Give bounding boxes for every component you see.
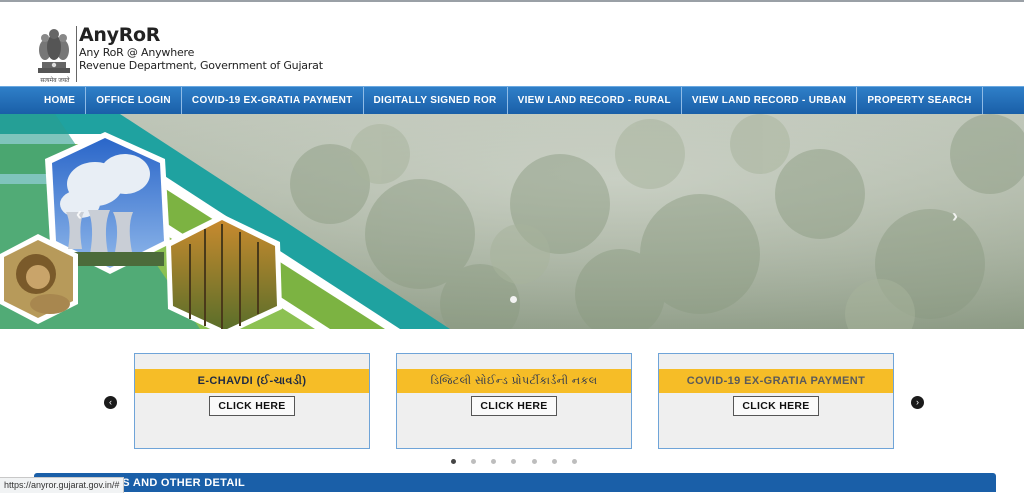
covid-click-here-button[interactable]: CLICK HERE (733, 396, 819, 416)
nav-home[interactable]: HOME (34, 87, 87, 114)
service-card-title: ડિજિટલી સોઈન્ડ પ્રોપર્ટીકાર્ડની નકલ (397, 369, 631, 393)
nav-office-login[interactable]: OFFICE LOGIN (86, 87, 182, 114)
state-emblem-icon (38, 29, 70, 73)
service-card-covid-ex-gratia: COVID-19 EX-GRATIA PAYMENT CLICK HERE (658, 353, 894, 449)
chevron-left-icon: ‹ (109, 397, 112, 407)
nav-covid-ex-gratia[interactable]: COVID-19 EX-GRATIA PAYMENT (182, 87, 364, 114)
carousel-page-dot[interactable] (552, 459, 557, 464)
carousel-next-button[interactable]: › (911, 396, 924, 409)
echavdi-click-here-button[interactable]: CLICK HERE (209, 396, 295, 416)
service-card-digital-property-card: ડિજિટલી સોઈન્ડ પ્રોપર્ટીકાર્ડની નકલ CLIC… (396, 353, 632, 449)
services-carousel: ‹ E-CHAVDI (ઈ-ચાવડી) CLICK HERE ડિજિટલી … (0, 329, 1024, 492)
brand-block: AnyRoR Any RoR @ Anywhere Revenue Depart… (79, 24, 323, 72)
property-card-click-here-button[interactable]: CLICK HERE (471, 396, 557, 416)
carousel-page-dot[interactable] (511, 459, 516, 464)
carousel-page-dot[interactable] (471, 459, 476, 464)
hero-next-arrow[interactable]: › (952, 206, 958, 227)
service-card-title: E-CHAVDI (ઈ-ચાવડી) (135, 369, 369, 393)
chevron-right-icon: › (916, 397, 919, 407)
carousel-prev-button[interactable]: ‹ (104, 396, 117, 409)
service-card-title: COVID-19 EX-GRATIA PAYMENT (659, 369, 893, 393)
nav-view-land-record-urban[interactable]: VIEW LAND RECORD - URBAN (682, 87, 858, 114)
hero-indicator-dot[interactable] (510, 296, 517, 303)
hero-prev-arrow[interactable]: ‹ (76, 204, 82, 225)
main-nav: HOME OFFICE LOGIN COVID-19 EX-GRATIA PAY… (0, 86, 1024, 114)
carousel-page-dot[interactable] (572, 459, 577, 464)
section-title: RS AND OTHER DETAIL (114, 477, 245, 489)
nav-view-land-record-rural[interactable]: VIEW LAND RECORD - RURAL (508, 87, 682, 114)
carousel-page-dot[interactable] (451, 459, 456, 464)
site-title: AnyRoR (79, 24, 161, 46)
emblem-motto: सत्यमेव जयते (40, 78, 70, 84)
site-tagline: Any RoR @ Anywhere (79, 46, 195, 59)
carousel-page-dot[interactable] (491, 459, 496, 464)
carousel-page-dot[interactable] (532, 459, 537, 464)
site-header: सत्यमेव जयते AnyRoR Any RoR @ Anywhere R… (0, 2, 1024, 86)
nav-property-search[interactable]: PROPERTY SEARCH (857, 87, 983, 114)
brand-divider (76, 26, 77, 82)
browser-status-url: https://anyror.gujarat.gov.in/# (0, 477, 125, 493)
chevron-left-icon: ‹ (76, 204, 82, 224)
nav-digitally-signed-ror[interactable]: DIGITALLY SIGNED ROR (364, 87, 508, 114)
site-department: Revenue Department, Government of Gujara… (79, 59, 323, 72)
section-header-bar: RS AND OTHER DETAIL (34, 473, 996, 492)
service-card-echavdi: E-CHAVDI (ઈ-ચાવડી) CLICK HERE (134, 353, 370, 449)
hero-slider: ‹ › (0, 114, 1024, 329)
chevron-right-icon: › (952, 206, 958, 226)
